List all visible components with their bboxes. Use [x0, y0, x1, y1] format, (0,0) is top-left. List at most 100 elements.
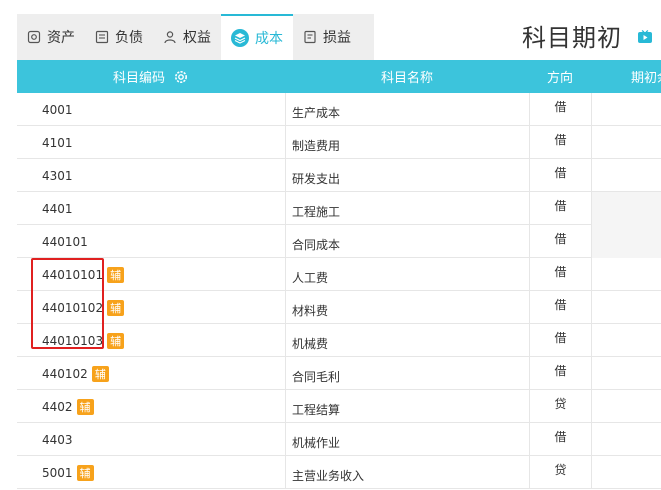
header-direction: 方向 — [546, 71, 573, 86]
account-name: 材料费 — [285, 291, 529, 324]
account-name: 工程施工 — [285, 192, 529, 225]
account-code: 4001 — [42, 102, 73, 117]
table-row[interactable]: 5001 辅主营业务收入贷 — [17, 456, 661, 489]
tab-equity[interactable]: 权益 — [153, 14, 221, 60]
balance-direction: 借 — [529, 93, 591, 126]
tab-profit-loss[interactable]: 损益 — [293, 14, 361, 60]
opening-balance-cell[interactable] — [591, 258, 661, 291]
balance-direction: 借 — [529, 192, 591, 225]
account-code-cell: 440101 — [17, 225, 285, 258]
aux-badge[interactable]: 辅 — [76, 398, 94, 415]
account-name: 研发支出 — [285, 159, 529, 192]
aux-badge[interactable]: 辅 — [107, 299, 125, 316]
account-name: 主营业务收入 — [285, 456, 529, 489]
opening-balance-table: 科目编码 科目名称 方向 期初余额 4001生产成本借4101制造费用借4301… — [17, 60, 661, 490]
header-code: 科目编码 — [17, 60, 285, 93]
aux-badge[interactable]: 辅 — [76, 464, 94, 481]
aux-badge[interactable]: 辅 — [107, 332, 125, 349]
balance-direction: 贷 — [529, 456, 591, 489]
account-code-cell: 4402 辅 — [17, 390, 285, 423]
account-name: 生产成本 — [285, 93, 529, 126]
tab-label: 损益 — [323, 30, 351, 46]
tab-label: 负债 — [115, 30, 143, 46]
aux-badge[interactable]: 辅 — [107, 266, 125, 283]
account-code: 4401 — [42, 201, 73, 216]
table-row[interactable]: 4101 制造费用借 — [17, 126, 661, 159]
balance-direction: 借 — [529, 126, 591, 159]
account-code: 4403 — [42, 432, 73, 447]
balance-direction: 借 — [529, 225, 591, 258]
tab-label: 成本 — [255, 31, 283, 47]
balance-direction: 借 — [529, 423, 591, 456]
table-row[interactable]: 4403 机械作业借 — [17, 423, 661, 456]
balance-direction: 贷 — [529, 390, 591, 423]
ledger-icon — [95, 30, 109, 44]
table-row[interactable]: 44010101 辅人工费借 — [17, 258, 661, 291]
account-code: 4402 — [42, 399, 73, 414]
opening-balance-cell[interactable] — [591, 456, 661, 489]
account-code-cell: 440102 辅 — [17, 357, 285, 390]
account-code: 440101 — [42, 234, 88, 249]
opening-balance-cell[interactable] — [591, 324, 661, 357]
table-row[interactable]: 4401 工程施工借 — [17, 192, 661, 225]
balance-direction: 借 — [529, 291, 591, 324]
table-header: 科目编码 科目名称 方向 期初余额 — [17, 60, 661, 93]
table-row[interactable]: 440102 辅合同毛利借 — [17, 357, 661, 390]
account-name: 制造费用 — [285, 126, 529, 159]
table-row[interactable]: 4001 生产成本借 — [17, 93, 661, 126]
account-code-cell: 4401 — [17, 192, 285, 225]
layers-icon — [231, 29, 249, 47]
page-title: 科目期初 — [522, 24, 622, 52]
account-name: 工程结算 — [285, 390, 529, 423]
report-icon — [303, 30, 317, 44]
safe-icon — [27, 30, 41, 44]
account-code: 5001 — [42, 465, 73, 480]
table-row[interactable]: 4301 研发支出借 — [17, 159, 661, 192]
opening-balance-cell[interactable] — [591, 93, 661, 126]
highlight-box — [31, 258, 104, 349]
table-row[interactable]: 4402 辅工程结算贷 — [17, 390, 661, 423]
balance-direction: 借 — [529, 357, 591, 390]
account-code-cell: 4001 — [17, 93, 285, 126]
account-code: 4301 — [42, 168, 73, 183]
tab-label: 权益 — [183, 30, 211, 46]
opening-balance-cell[interactable] — [591, 159, 661, 192]
account-code: 4101 — [42, 135, 73, 150]
balance-direction: 借 — [529, 258, 591, 291]
tab-liabilities[interactable]: 负债 — [85, 14, 153, 60]
account-name: 合同成本 — [285, 225, 529, 258]
table-row[interactable]: 44010103 辅机械费借 — [17, 324, 661, 357]
opening-balance-cell[interactable] — [591, 291, 661, 324]
opening-balance-cell[interactable] — [591, 423, 661, 456]
account-name: 合同毛利 — [285, 357, 529, 390]
account-code-cell: 5001 辅 — [17, 456, 285, 489]
person-icon — [163, 30, 177, 44]
account-code-cell: 4403 — [17, 423, 285, 456]
tab-assets[interactable]: 资产 — [17, 14, 85, 60]
balance-direction: 借 — [529, 324, 591, 357]
opening-balance-cell[interactable] — [591, 357, 661, 390]
opening-balance-cell[interactable] — [591, 192, 661, 225]
table-body: 4001 生产成本借 4101 制造费用借 4301 研发支出借 4401 工程施工借 4401… — [17, 93, 661, 489]
header-balance: 期初余额 — [631, 71, 661, 86]
header-name: 科目名称 — [380, 71, 433, 86]
opening-balance-cell[interactable] — [591, 225, 661, 258]
opening-balance-cell[interactable] — [591, 126, 661, 159]
account-code: 440102 — [42, 366, 88, 381]
opening-balance-cell[interactable] — [591, 390, 661, 423]
account-code-cell: 4301 — [17, 159, 285, 192]
account-name: 人工费 — [285, 258, 529, 291]
video-icon[interactable] — [637, 30, 653, 44]
category-tabs: 资产 负债 权益 成本 损益 — [17, 14, 374, 60]
account-code-cell: 4101 — [17, 126, 285, 159]
aux-badge[interactable]: 辅 — [91, 365, 109, 382]
table-row[interactable]: 44010102 辅材料费借 — [17, 291, 661, 324]
tab-label: 资产 — [47, 30, 75, 46]
gear-icon[interactable] — [173, 69, 189, 85]
balance-direction: 借 — [529, 159, 591, 192]
table-row[interactable]: 440101 合同成本借 — [17, 225, 661, 258]
account-name: 机械费 — [285, 324, 529, 357]
top-bar: 资产 负债 权益 成本 损益 科目期初 — [0, 0, 661, 60]
account-name: 机械作业 — [285, 423, 529, 456]
tab-cost[interactable]: 成本 — [221, 14, 293, 60]
